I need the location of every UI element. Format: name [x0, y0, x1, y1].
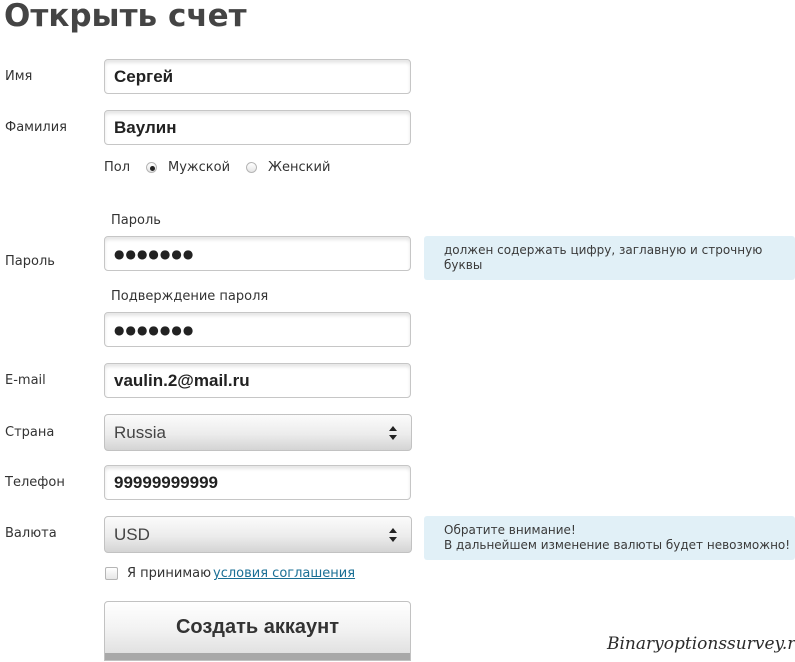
password-sublabel: Пароль [111, 213, 161, 228]
email-label: E-mail [5, 373, 46, 388]
country-select-value: Russia [114, 422, 166, 442]
phone-input[interactable]: 99999999999 [104, 465, 411, 500]
agreement-terms-link[interactable]: условия соглашения [213, 566, 355, 581]
password-hint: должен содержать цифру, заглавную и стро… [424, 236, 795, 280]
password-confirm-sublabel: Подверждение пароля [111, 289, 269, 304]
page-title: Открыть счет [4, 0, 247, 34]
select-arrows-icon [389, 426, 397, 440]
first-name-input[interactable]: Сергей [104, 59, 411, 94]
currency-select[interactable]: USD [104, 516, 412, 553]
select-arrows-icon [389, 528, 397, 542]
password-input[interactable]: ●●●●●●● [104, 236, 411, 271]
email-input[interactable]: vaulin.2@mail.ru [104, 363, 411, 398]
gender-female-label[interactable]: Женский [268, 160, 330, 175]
country-label: Страна [5, 425, 55, 440]
agreement-checkbox[interactable] [105, 567, 118, 580]
last-name-label: Фамилия [5, 120, 67, 135]
gender-female-radio[interactable] [246, 162, 257, 173]
gender-male-radio[interactable] [146, 162, 157, 173]
password-label: Пароль [5, 254, 55, 269]
currency-select-value: USD [114, 524, 150, 544]
password-confirm-input[interactable]: ●●●●●●● [104, 312, 411, 347]
country-select[interactable]: Russia [104, 414, 412, 451]
currency-hint-line1: Обратите внимание! [444, 523, 576, 537]
gender-label: Пол [104, 160, 131, 175]
create-account-button[interactable]: Создать аккаунт [104, 601, 411, 661]
phone-label: Телефон [5, 475, 65, 490]
watermark-text: Binaryoptionssurvey.ru [607, 634, 795, 654]
currency-label: Валюта [5, 526, 57, 541]
currency-hint-line2: В дальнейшем изменение валюты будет нево… [444, 538, 791, 552]
agreement-label: Я принимаю [127, 566, 212, 581]
gender-male-label[interactable]: Мужской [168, 160, 230, 175]
currency-hint: Обратите внимание! В дальнейшем изменени… [424, 516, 795, 560]
last-name-input[interactable]: Ваулин [104, 110, 411, 145]
first-name-label: Имя [5, 69, 33, 84]
